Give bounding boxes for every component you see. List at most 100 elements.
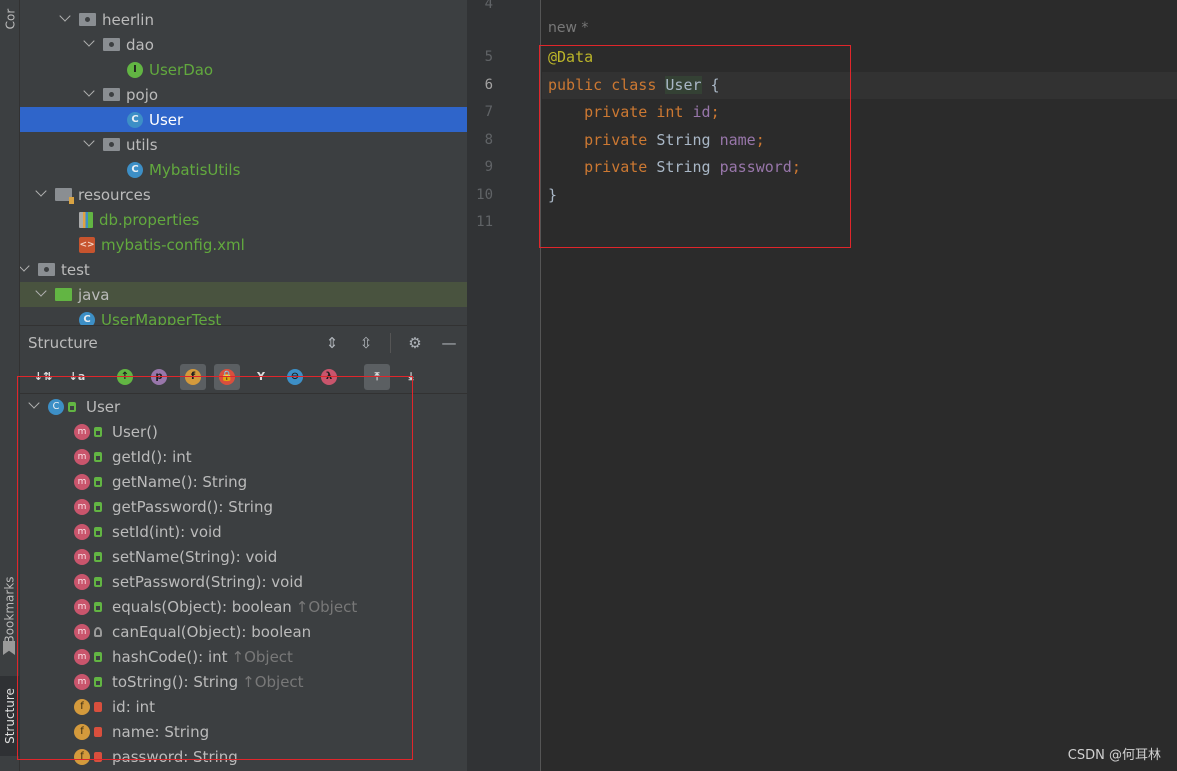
tree-item-dao[interactable]: dao xyxy=(20,32,467,57)
tree-item-label: pojo xyxy=(126,85,159,104)
show-fields-glyph: f xyxy=(185,368,201,385)
structure-method-item[interactable]: m toString(): String ↑Object xyxy=(20,669,467,694)
method-icon: m xyxy=(74,523,90,540)
line-number: 9 xyxy=(484,159,493,175)
tree-item-test[interactable]: test xyxy=(20,257,467,282)
tree-item-label: heerlin xyxy=(102,10,154,29)
show-properties-icon[interactable]: p xyxy=(146,364,172,390)
collapse-all-icon[interactable]: ⇳ xyxy=(356,333,376,353)
test-source-folder-icon xyxy=(55,288,72,301)
structure-method-item[interactable]: m setId(int): void xyxy=(20,519,467,544)
package-folder-icon xyxy=(38,263,55,276)
tree-item-label: db.properties xyxy=(99,210,200,229)
member-signature: setName(String): void xyxy=(112,547,278,566)
structure-field-item[interactable]: f password: String xyxy=(20,744,467,769)
show-fields-icon[interactable]: f xyxy=(180,363,206,390)
structure-tool-tab[interactable]: Structure xyxy=(0,676,20,756)
structure-field-item[interactable]: f id: int xyxy=(20,694,467,719)
chevron-down-icon[interactable] xyxy=(85,90,95,100)
method-icon: m xyxy=(74,623,90,640)
field-icon: f xyxy=(74,748,90,765)
structure-method-item[interactable]: m hashCode(): int ↑Object xyxy=(20,644,467,669)
chevron-down-icon[interactable] xyxy=(37,190,47,200)
line-number: 8 xyxy=(484,131,493,148)
code-line[interactable]: private String name; xyxy=(548,127,765,154)
hide-icon[interactable]: — xyxy=(439,333,459,353)
show-inherited-icon[interactable]: ↑ xyxy=(112,364,138,390)
tree-item-utils[interactable]: utils xyxy=(20,132,467,157)
structure-method-item[interactable]: m getPassword(): String xyxy=(20,494,467,519)
package-folder-icon xyxy=(103,88,120,101)
author-inlay-hint[interactable]: new * xyxy=(548,20,588,36)
code-editor[interactable]: 4 5 6 7 8 9 10 11 new * @Data public class User … xyxy=(467,0,1177,771)
method-icon: m xyxy=(74,473,90,490)
show-includes-icon[interactable]: Y xyxy=(248,364,274,390)
show-anonymous-icon[interactable]: ⊖ xyxy=(282,364,308,390)
structure-method-item[interactable]: m setName(String): void xyxy=(20,544,467,569)
public-visibility-icon xyxy=(94,451,102,462)
show-lambdas-icon[interactable]: λ xyxy=(316,364,342,390)
code-token: ; xyxy=(755,130,765,149)
expand-all-icon[interactable]: ⇕ xyxy=(322,333,342,353)
structure-method-item[interactable]: m User() xyxy=(20,419,467,444)
tree-item-mybatis-config-xml[interactable]: <> mybatis-config.xml xyxy=(20,232,467,257)
tree-item-db-properties[interactable]: db.properties xyxy=(20,207,467,232)
method-icon: m xyxy=(74,448,90,465)
structure-method-item[interactable]: m equals(Object): boolean ↑Object xyxy=(20,594,467,619)
show-lambdas-glyph: λ xyxy=(321,368,337,385)
structure-header: Structure ⇕ ⇳ ⚙ — xyxy=(20,326,467,360)
gear-icon[interactable]: ⚙ xyxy=(405,333,425,353)
resources-folder-icon xyxy=(55,188,74,204)
sort-visibility-icon[interactable]: ↓⇅ xyxy=(30,364,56,390)
sort-alpha-icon[interactable]: ↓a xyxy=(64,364,90,390)
code-line[interactable]: private String password; xyxy=(548,154,801,181)
code-line[interactable]: public class User { xyxy=(548,72,720,99)
commit-tool-tab[interactable]: Cor xyxy=(0,0,20,38)
chevron-down-icon[interactable] xyxy=(37,290,47,300)
code-line[interactable]: @Data xyxy=(548,44,593,71)
public-visibility-icon xyxy=(94,551,102,562)
tree-item-userdao[interactable]: I UserDao xyxy=(20,57,467,82)
tree-item-heerlin[interactable]: heerlin xyxy=(20,7,467,32)
tree-item-java[interactable]: java xyxy=(20,282,467,307)
autoscroll-from-source-icon[interactable]: ⤓ xyxy=(398,364,424,390)
structure-field-item[interactable]: f name: String xyxy=(20,719,467,744)
tree-item-label: java xyxy=(78,285,110,304)
member-signature: name: String xyxy=(112,722,210,741)
member-signature: getId(): int xyxy=(112,447,192,466)
tree-item-user[interactable]: C User xyxy=(20,107,467,132)
line-number: 10 xyxy=(476,186,493,203)
autoscroll-to-source-icon[interactable]: ⤒ xyxy=(364,363,390,390)
structure-method-item[interactable]: m canEqual(Object): boolean xyxy=(20,619,467,644)
chevron-down-icon[interactable] xyxy=(85,140,95,150)
chevron-down-icon[interactable] xyxy=(30,402,40,412)
public-visibility-icon xyxy=(94,426,102,437)
chevron-down-icon[interactable] xyxy=(85,40,95,50)
structure-root-class[interactable]: C User xyxy=(20,394,467,419)
show-anonymous-glyph: ⊖ xyxy=(287,368,303,385)
chevron-down-icon[interactable] xyxy=(61,15,71,25)
structure-method-item[interactable]: m setPassword(String): void xyxy=(20,569,467,594)
show-inherited-glyph: ↑ xyxy=(117,368,133,385)
tree-item-pojo[interactable]: pojo xyxy=(20,82,467,107)
code-line[interactable]: private int id; xyxy=(548,99,719,126)
structure-method-item[interactable]: m getName(): String xyxy=(20,469,467,494)
show-non-public-icon[interactable]: 🔒 xyxy=(214,363,240,390)
public-visibility-icon xyxy=(94,651,102,662)
structure-toolbar: ↓⇅ ↓a ↑ p f 🔒 Y ⊖ λ ⤒ ⤓ xyxy=(20,360,467,394)
structure-method-item[interactable]: m getId(): int xyxy=(20,444,467,469)
member-signature: setId(int): void xyxy=(112,522,222,541)
method-icon: m xyxy=(74,648,90,665)
structure-root-label: User xyxy=(86,397,121,416)
tree-item-mybatisutils[interactable]: C MybatisUtils xyxy=(20,157,467,182)
line-number: 7 xyxy=(484,104,493,120)
chevron-down-icon[interactable] xyxy=(20,265,30,275)
member-signature: User() xyxy=(112,422,158,441)
member-signature: password: String xyxy=(112,747,238,766)
method-icon: m xyxy=(74,673,90,690)
tree-item-usermappertest[interactable]: C UserMapperTest xyxy=(20,307,467,325)
code-line[interactable]: } xyxy=(548,182,557,209)
structure-title: Structure xyxy=(28,334,98,352)
public-visibility-icon xyxy=(94,601,102,612)
tree-item-resources[interactable]: resources xyxy=(20,182,467,207)
